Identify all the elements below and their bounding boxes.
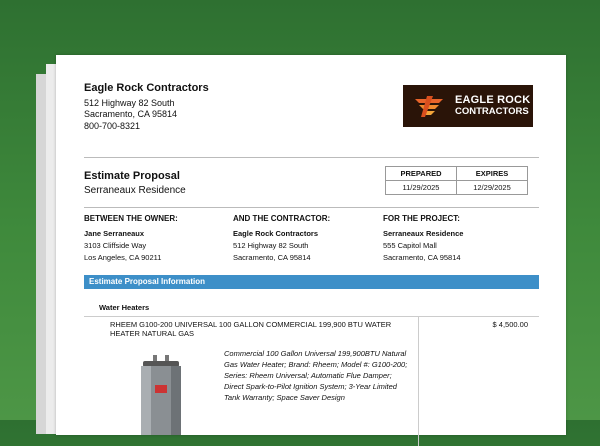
- divider: [84, 157, 539, 158]
- water-heater-image: [141, 355, 181, 435]
- proposal-subtitle: Serraneaux Residence: [84, 185, 186, 196]
- prepared-label: PREPARED: [385, 166, 457, 181]
- company-name: Eagle Rock Contractors: [84, 82, 209, 94]
- section-header-bar: Estimate Proposal Information: [84, 275, 539, 289]
- contractor-address-line2: Sacramento, CA 95814: [233, 253, 311, 262]
- dates-table: PREPARED EXPIRES 11/29/2025 12/29/2025: [385, 166, 528, 195]
- contractor-address-line1: 512 Highway 82 South: [233, 241, 309, 250]
- expires-date: 12/29/2025: [456, 180, 528, 195]
- owner-address-line1: 3103 Cliffside Way: [84, 241, 147, 250]
- logo-text-line2: CONTRACTORS: [455, 106, 529, 117]
- table-column-divider: [418, 316, 419, 446]
- company-address-line2: Sacramento, CA 95814: [84, 109, 178, 119]
- company-block: Eagle Rock Contractors 512 Highway 82 So…: [84, 82, 209, 132]
- eagle-logo-icon: [415, 96, 443, 117]
- contractor-block: AND THE CONTRACTOR: Eagle Rock Contracto…: [233, 213, 330, 264]
- project-name: Serraneaux Residence: [383, 229, 464, 238]
- project-address-line1: 555 Capitol Mall: [383, 241, 437, 250]
- table-border: [84, 316, 539, 317]
- line-item-title: RHEEM G100-200 UNIVERSAL 100 GALLON COMM…: [110, 320, 392, 338]
- proposal-title: Estimate Proposal: [84, 170, 180, 182]
- project-address-line2: Sacramento, CA 95814: [383, 253, 461, 262]
- prepared-date: 11/29/2025: [385, 180, 457, 195]
- logo-text-line1: EAGLE ROCK: [455, 94, 531, 106]
- owner-block: BETWEEN THE OWNER: Jane Serraneaux 3103 …: [84, 213, 178, 264]
- company-logo: EAGLE ROCK CONTRACTORS: [403, 85, 533, 127]
- estimate-document: Eagle Rock Contractors 512 Highway 82 So…: [56, 55, 566, 446]
- owner-name: Jane Serraneaux: [84, 229, 145, 238]
- company-phone: 800-700-8321: [84, 120, 141, 131]
- line-item-description: Commercial 100 Gallon Universal 199,900B…: [224, 349, 408, 402]
- project-heading: FOR THE PROJECT:: [383, 214, 460, 223]
- project-block: FOR THE PROJECT: Serraneaux Residence 55…: [383, 213, 463, 264]
- owner-heading: BETWEEN THE OWNER:: [84, 214, 178, 223]
- company-address-line1: 512 Highway 82 South: [84, 97, 175, 108]
- category-heading: Water Heaters: [99, 303, 150, 312]
- divider: [84, 207, 539, 208]
- proposal-heading: Estimate Proposal Serraneaux Residence: [84, 170, 186, 196]
- contractor-name: Eagle Rock Contractors: [233, 229, 319, 238]
- owner-address-line2: Los Angeles, CA 90211: [84, 253, 162, 262]
- expires-label: EXPIRES: [456, 166, 528, 181]
- line-item-price: $ 4,500.00: [492, 320, 528, 329]
- contractor-heading: AND THE CONTRACTOR:: [233, 214, 331, 223]
